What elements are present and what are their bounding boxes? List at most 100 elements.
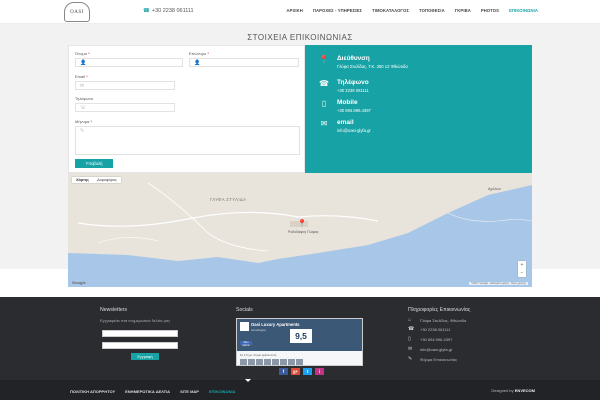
designed-by[interactable]: Designed by ENVECOM [491, 388, 535, 393]
bottom-link-newsletters[interactable]: ΕΝΗΜΕΡΩΤΙΚΑ ΔΕΛΤΙΑ [125, 389, 170, 394]
nav-item-prices[interactable]: ΤΙΜΟΚΑΤΑΛΟΓΟΣ [372, 8, 409, 13]
pencil-icon: ✎ [80, 128, 85, 134]
mobile-title: Mobile [337, 99, 358, 106]
zoom-control: + − [518, 261, 526, 277]
nav-item-contact[interactable]: ΕΠΙΚΟΙΝΩΝΙΑ [509, 8, 538, 13]
phone-icon: ☎ [319, 79, 329, 88]
first-name-label: Όνομα * [75, 51, 90, 56]
fb-thumb [240, 359, 247, 365]
fb-thumb [248, 359, 255, 365]
fb-thumb [272, 359, 279, 365]
submit-button[interactable]: Υποβολή [75, 159, 113, 168]
zoom-out-button[interactable]: − [521, 270, 524, 276]
fb-like-count: Σε 1,5 χιλ. άτομα αρέσει αυτή [240, 353, 277, 357]
last-name-label: Επώνυμο * [189, 51, 209, 56]
mail-icon: ✉ [408, 346, 413, 352]
map-type-satellite[interactable]: Δορυφόρος [93, 177, 121, 183]
fb-friend-thumbnails [240, 359, 303, 365]
nav-item-home[interactable]: ΑΡΧΙΚΗ [286, 8, 302, 13]
designed-by-text: Designed by [491, 388, 514, 393]
google-map[interactable]: Χάρτης Δορυφόρος ΓΛΥΦΑ ΣΤΥΛΙΔΑ Ροδοδάφνη… [68, 173, 532, 287]
contact-info-card: 📍 Διεύθυνση Γλύφα Στυλίδας, Τ.Κ. 350 12 … [305, 45, 532, 173]
bottom-link-sitemap[interactable]: SITE MAP [180, 389, 199, 394]
socials-title: Socials [236, 307, 253, 313]
newsletter-email-input[interactable] [102, 342, 178, 349]
last-name-field[interactable]: 👤 [189, 58, 299, 67]
site-logo[interactable]: OASI [64, 2, 90, 22]
map-terms[interactable]: ©2017 Google · Δεδομένα χάρτη · Όροι χρή… [469, 282, 528, 285]
header-phone-text: +30 2238 061111 [151, 8, 194, 14]
site-header: OASI ☎ +30 2238 061111 ΑΡΧΙΚΗ ΠΑΡΟΧΕΣ - Υ… [0, 0, 600, 24]
map-marker-icon[interactable]: 📍 [297, 219, 307, 228]
page-title: ΣΤΟΙΧΕΙΑ ΕΠΙΚΟΙΝΩΝΙΑΣ [247, 33, 353, 42]
fb-thumb [288, 359, 295, 365]
map-marker-icon: 📍 [319, 55, 329, 64]
message-label: Μήνυμα * [75, 119, 93, 124]
fb-thumb [280, 359, 287, 365]
phone-icon: ☎ [143, 8, 150, 14]
fb-score: 9,5 [290, 329, 312, 343]
facebook-widget[interactable]: Oasi Luxury Apartments Ξενοδοχείο 9,5 Μο… [236, 318, 363, 366]
instagram-icon[interactable]: i [315, 368, 324, 375]
contact-form: Όνομα * 👤 Επώνυμο * 👤 Email * ✉ Τηλέφωνο… [68, 45, 305, 173]
map-town2-label: Αχιλλειο [488, 187, 501, 191]
bottom-link-contact[interactable]: ΕΠΙΚΟΙΝΩΝΙΑ [209, 389, 236, 394]
fb-thumb [264, 359, 271, 365]
message-textarea[interactable]: ✎ [75, 126, 300, 155]
bottom-link-privacy[interactable]: ΠΟΛΙΤΙΚΗ ΑΠΟΡΡΗΤΟΥ [70, 389, 115, 394]
designer-name: ENVECOM [514, 388, 535, 393]
email-label: Email * [75, 74, 88, 79]
mobile-text[interactable]: +30 694.996.4397 [337, 108, 371, 113]
fb-page-logo [240, 322, 249, 331]
mobile-icon: ▯ [408, 336, 411, 342]
facebook-icon[interactable]: f [279, 368, 288, 375]
email-text[interactable]: info@oasi-glyfa.gr [337, 128, 371, 133]
zoom-in-button[interactable]: + [521, 262, 524, 268]
envelope-icon: ✉ [320, 119, 328, 128]
twitter-icon[interactable]: t [303, 368, 312, 375]
map-region-label: ΓΛΥΦΑ ΣΤΥΛΙΔΑ [210, 197, 247, 202]
fb-thumb [256, 359, 263, 365]
nav-item-location[interactable]: ΤΟΠΟΘΕΣΙΑ [419, 8, 445, 13]
footer-contact-phone[interactable]: ☎ +30 2238 061111 [408, 326, 450, 332]
phone-text[interactable]: +30 2238 061111 [337, 88, 369, 93]
map-type-map[interactable]: Χάρτης [72, 177, 93, 183]
phone-title: Τηλέφωνο [337, 79, 369, 86]
fb-like-button[interactable]: Μου αρέσει [240, 341, 252, 347]
bottom-links: ΠΟΛΙΤΙΚΗ ΑΠΟΡΡΗΤΟΥ ΕΝΗΜΕΡΩΤΙΚΑ ΔΕΛΤΙΑ SI… [70, 389, 236, 394]
address-text: Γλύφα Στυλίδας, Τ.Κ. 350 12 Φθιώτιδα [337, 64, 408, 69]
fb-page-category: Ξενοδοχείο [251, 328, 266, 332]
envelope-icon: ✉ [80, 83, 85, 89]
user-icon: 👤 [194, 60, 201, 66]
link-icon: ✎ [408, 356, 413, 362]
main-nav: ΑΡΧΙΚΗ ΠΑΡΟΧΕΣ - ΥΠΗΡΕΣΙΕΣ ΤΙΜΟΚΑΤΑΛΟΓΟΣ… [286, 8, 538, 13]
page: OASI ☎ +30 2238 061111 ΑΡΧΙΚΗ ΠΑΡΟΧΕΣ - Υ… [0, 0, 600, 400]
newsletter-name-input[interactable] [102, 330, 178, 337]
map-town-label: Ροδοδάφνη Γλύφας [288, 230, 319, 234]
user-icon: 👤 [80, 60, 87, 66]
google-logo: Google [72, 280, 86, 285]
map-type-toggle: Χάρτης Δορυφόρος [72, 177, 121, 183]
footer-contact-email[interactable]: ✉ info@oasi-glyfa.gr [408, 346, 452, 352]
subscribe-button[interactable]: Εγγραφή [131, 353, 159, 360]
footer-contact-address: ⌂ Γλύφα Στυλίδας, Φθιώτιδα [408, 317, 467, 323]
address-title: Διεύθυνση [337, 55, 370, 62]
first-name-field[interactable]: 👤 [75, 58, 183, 67]
nav-item-services[interactable]: ΠΑΡΟΧΕΣ - ΥΠΗΡΕΣΙΕΣ [313, 8, 362, 13]
footer-contact-mobile[interactable]: ▯ +30 694.996.4397 [408, 336, 452, 342]
header-phone[interactable]: ☎ +30 2238 061111 [143, 8, 194, 14]
newsletter-text: Εγγραφείτε στα ενημερωτικά δελτία μας [100, 318, 171, 323]
email-field[interactable]: ✉ [75, 81, 175, 90]
phone-field[interactable]: ☏ [75, 103, 175, 112]
nav-item-photos[interactable]: PHOTOS [481, 8, 499, 13]
google-plus-icon[interactable]: g+ [291, 368, 300, 375]
fb-page-name[interactable]: Oasi Luxury Apartments [251, 322, 299, 327]
phone-icon: ☏ [80, 105, 87, 111]
fb-thumb [296, 359, 303, 365]
home-icon: ⌂ [408, 317, 412, 323]
footer-contact-form-link[interactable]: ✎ Φόρμα Επικοινωνίας [408, 356, 457, 362]
active-link-arrow-icon [245, 379, 251, 382]
logo-text: OASI [70, 9, 84, 15]
nav-item-glyfa[interactable]: ΓΚΡΙΒΑ [455, 8, 471, 13]
email-title: email [337, 119, 354, 126]
